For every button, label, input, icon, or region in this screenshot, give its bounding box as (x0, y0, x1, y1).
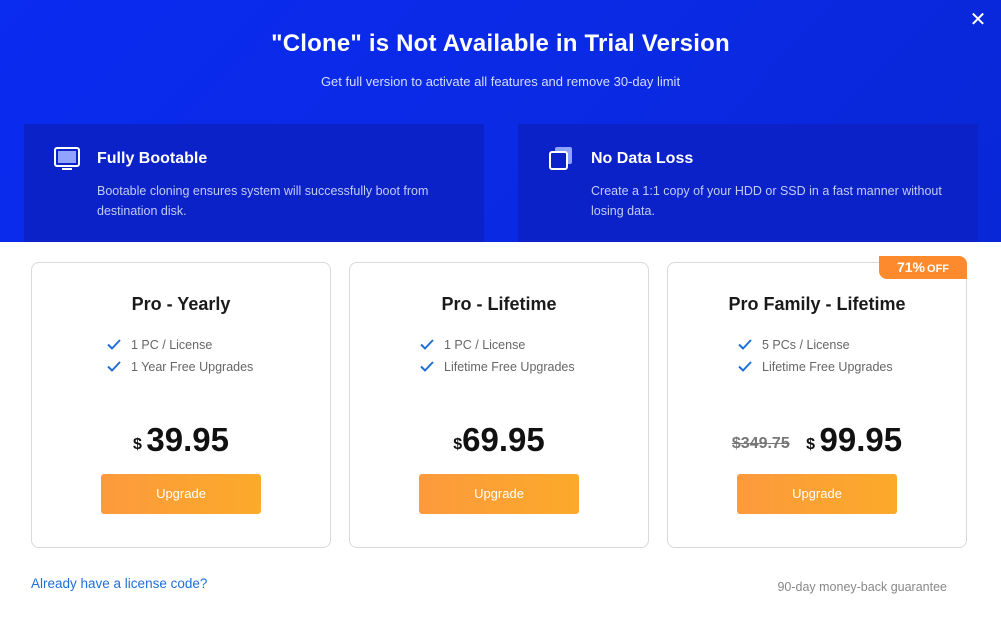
feature-description: Create a 1:1 copy of your HDD or SSD in … (591, 184, 942, 218)
list-item: 1 PC / License (420, 334, 575, 356)
plan-feature-label: 1 PC / License (444, 338, 526, 352)
license-code-link[interactable]: Already have a license code? (31, 576, 207, 591)
feature-description: Bootable cloning ensures system will suc… (97, 184, 429, 218)
plan-price: $69.95 (350, 421, 648, 459)
page-subtitle: Get full version to activate all feature… (320, 74, 681, 89)
list-item: 1 PC / License (107, 334, 253, 356)
plan-feature-list: 1 PC / License 1 Year Free Upgrades (107, 334, 253, 378)
page-title: "Clone" is Not Available in Trial Versio… (271, 30, 730, 57)
plan-name: Pro - Lifetime (441, 294, 557, 314)
feature-title: No Data Loss (591, 150, 694, 167)
price-amount: 39.95 (146, 421, 229, 458)
currency-symbol: $ (453, 436, 463, 453)
plan-price: $ 39.95 (32, 421, 330, 459)
plan-feature-list: 5 PCs / License Lifetime Free Upgrades (738, 334, 893, 378)
discount-percent: 71% (896, 259, 926, 275)
check-icon (420, 361, 434, 372)
plan-feature-label: Lifetime Free Upgrades (762, 360, 893, 374)
plan-feature-label: 1 PC / License (131, 338, 213, 352)
price-amount: 99.95 (819, 421, 903, 458)
discount-badge: 71% OFF (879, 256, 967, 279)
currency-symbol: $ (133, 436, 142, 453)
check-icon (420, 339, 434, 350)
discount-off-label: OFF (927, 263, 950, 275)
header-banner: ✕ "Clone" is Not Available in Trial Vers… (0, 0, 1001, 242)
copy-icon (549, 147, 572, 170)
feature-no-data-loss: No Data Loss Create a 1:1 copy of your H… (518, 124, 978, 242)
close-icon[interactable]: ✕ (967, 8, 989, 30)
plan-card-pro-lifetime: Pro - Lifetime 1 PC / License Lifetime F… (349, 262, 649, 548)
list-item: Lifetime Free Upgrades (420, 356, 575, 378)
plan-feature-list: 1 PC / License Lifetime Free Upgrades (420, 334, 575, 378)
check-icon (107, 339, 121, 350)
list-item: 5 PCs / License (738, 334, 893, 356)
plan-card-pro-yearly: Pro - Yearly 1 PC / License 1 Year Free … (31, 262, 331, 548)
plan-name: Pro - Yearly (131, 294, 231, 314)
plan-card-pro-family-lifetime: 71% OFF Pro Family - Lifetime 5 PCs / Lic… (667, 256, 967, 548)
money-back-guarantee: 90-day money-back guarantee (777, 580, 947, 594)
check-icon (738, 339, 752, 350)
plan-feature-label: 5 PCs / License (762, 338, 850, 352)
plan-feature-label: 1 Year Free Upgrades (131, 360, 254, 374)
feature-fully-bootable: Fully Bootable Bootable cloning ensures … (24, 124, 484, 242)
check-icon (107, 361, 121, 372)
feature-title: Fully Bootable (97, 150, 208, 167)
currency-symbol: $ (806, 436, 816, 453)
price-amount: 69.95 (462, 421, 545, 458)
check-icon (738, 361, 752, 372)
plan-price: $349.75 $ 99.95 (668, 421, 966, 459)
plan-name: Pro Family - Lifetime (728, 294, 906, 314)
upgrade-button[interactable]: Upgrade (419, 474, 579, 514)
list-item: Lifetime Free Upgrades (738, 356, 893, 378)
list-item: 1 Year Free Upgrades (107, 356, 253, 378)
plan-feature-label: Lifetime Free Upgrades (444, 360, 575, 374)
upgrade-button[interactable]: Upgrade (101, 474, 261, 514)
upgrade-button[interactable]: Upgrade (737, 474, 897, 514)
monitor-icon (54, 147, 80, 170)
original-price: $349.75 (731, 435, 790, 452)
